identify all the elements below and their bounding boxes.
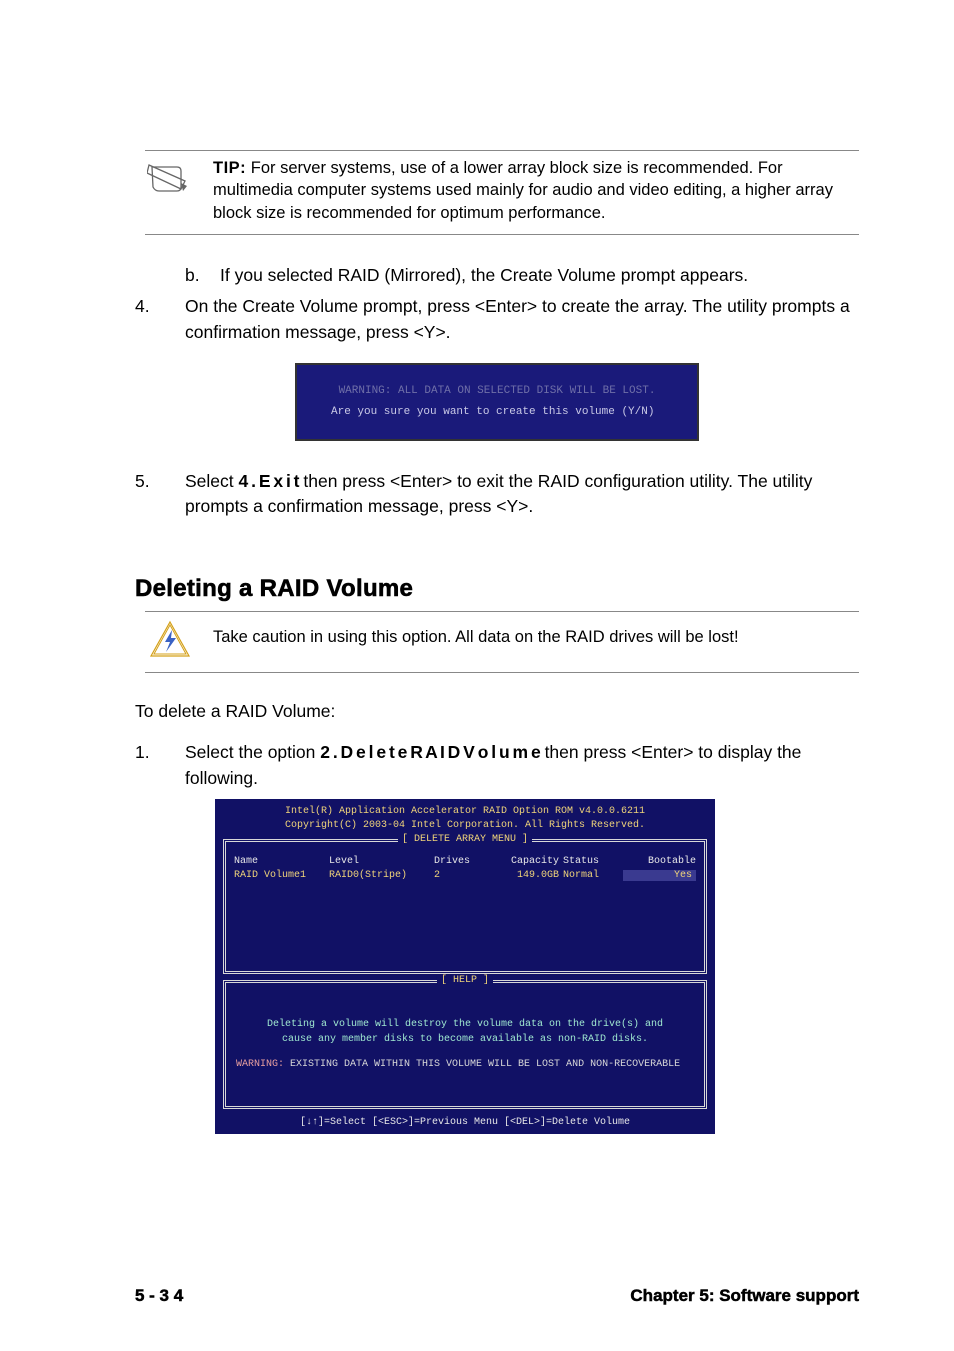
row-bootable: Yes (623, 870, 696, 881)
step-4-marker: 4. (135, 294, 185, 345)
bios-help-panel: [ HELP ] Deleting a volume will destroy … (223, 980, 707, 1109)
row-level: RAID0(Stripe) (329, 870, 434, 881)
step-b-text: If you selected RAID (Mirrored), the Cre… (220, 263, 748, 288)
section-heading: Deleting a RAID Volume (135, 575, 859, 603)
col-name: Name (234, 856, 329, 867)
bios-table-row[interactable]: RAID Volume1 RAID0(Stripe) 2 149.0GB Nor… (234, 869, 696, 881)
col-level: Level (329, 856, 434, 867)
row-name: RAID Volume1 (234, 870, 329, 881)
step-5: 5. Select 4 . E x i t then press <Enter>… (135, 469, 859, 520)
step-1-pre: Select the option (185, 742, 320, 762)
bios-panel1-title: [ DELETE ARRAY MENU ] (398, 834, 532, 845)
confirm-dialog: WARNING: ALL DATA ON SELECTED DISK WILL … (295, 363, 699, 441)
bios-header-line2: Copyright(C) 2003-04 Intel Corporation. … (223, 819, 707, 833)
row-status: Normal (559, 870, 623, 881)
step-5-bold: 4 . E x i t (239, 471, 299, 491)
tip-body: For server systems, use of a lower array… (213, 159, 833, 222)
tip-text: TIP: For server systems, use of a lower … (213, 157, 859, 224)
tip-label: TIP: (213, 159, 246, 177)
row-drives: 2 (434, 870, 489, 881)
bios-header-line1: Intel(R) Application Accelerator RAID Op… (223, 805, 707, 819)
col-bootable: Bootable (623, 856, 696, 867)
lightning-warning-icon (145, 618, 195, 662)
bios-warning: WARNING: EXISTING DATA WITHIN THIS VOLUM… (234, 1053, 696, 1100)
step-5-marker: 5. (135, 469, 185, 520)
bios-header: Intel(R) Application Accelerator RAID Op… (223, 805, 707, 833)
tip-callout: TIP: For server systems, use of a lower … (145, 150, 859, 235)
row-capacity: 149.0GB (489, 870, 559, 881)
step-5-pre: Select (185, 471, 239, 491)
step-1-bold: 2 . D e l e t e R A I D V o l u m e (320, 742, 539, 762)
step-5-text: Select 4 . E x i t then press <Enter> to… (185, 469, 859, 520)
col-drives: Drives (434, 856, 489, 867)
pencil-note-icon (145, 157, 195, 199)
intro-text: To delete a RAID Volume: (135, 701, 859, 722)
bios-help-text: Deleting a volume will destroy the volum… (234, 989, 696, 1053)
help-line1: Deleting a volume will destroy the volum… (234, 1017, 696, 1032)
warn-label: WARNING: (236, 1059, 284, 1070)
step-1: 1. Select the option 2 . D e l e t e R A… (135, 740, 859, 791)
warn-text: EXISTING DATA WITHIN THIS VOLUME WILL BE… (284, 1059, 680, 1070)
bios-table-header: Name Level Drives Capacity Status Bootab… (234, 848, 696, 869)
bios-screen: Intel(R) Application Accelerator RAID Op… (215, 799, 715, 1134)
step-4-text: On the Create Volume prompt, press <Ente… (185, 294, 859, 345)
caution-callout: Take caution in using this option. All d… (145, 611, 859, 673)
step-1-marker: 1. (135, 740, 185, 791)
chapter-title: Chapter 5: Software support (630, 1286, 859, 1306)
help-line2: cause any member disks to become availab… (234, 1032, 696, 1047)
caution-text: Take caution in using this option. All d… (213, 618, 739, 648)
step-1-text: Select the option 2 . D e l e t e R A I … (185, 740, 859, 791)
page-number: 5 - 3 4 (135, 1286, 183, 1306)
step-b: b. If you selected RAID (Mirrored), the … (135, 263, 859, 288)
col-capacity: Capacity (489, 856, 559, 867)
dialog-prompt: Are you sure you want to create this vol… (307, 402, 687, 423)
page-footer: 5 - 3 4 Chapter 5: Software support (135, 1286, 859, 1306)
bios-footer-keys: [↓↑]=Select [<ESC>]=Previous Menu [<DEL>… (223, 1115, 707, 1130)
col-status: Status (559, 856, 623, 867)
step-b-marker: b. (185, 263, 220, 288)
dialog-warning: WARNING: ALL DATA ON SELECTED DISK WILL … (307, 381, 687, 402)
step-4: 4. On the Create Volume prompt, press <E… (135, 294, 859, 345)
bios-panel2-title: [ HELP ] (437, 975, 493, 986)
bios-delete-panel: [ DELETE ARRAY MENU ] Name Level Drives … (223, 839, 707, 974)
